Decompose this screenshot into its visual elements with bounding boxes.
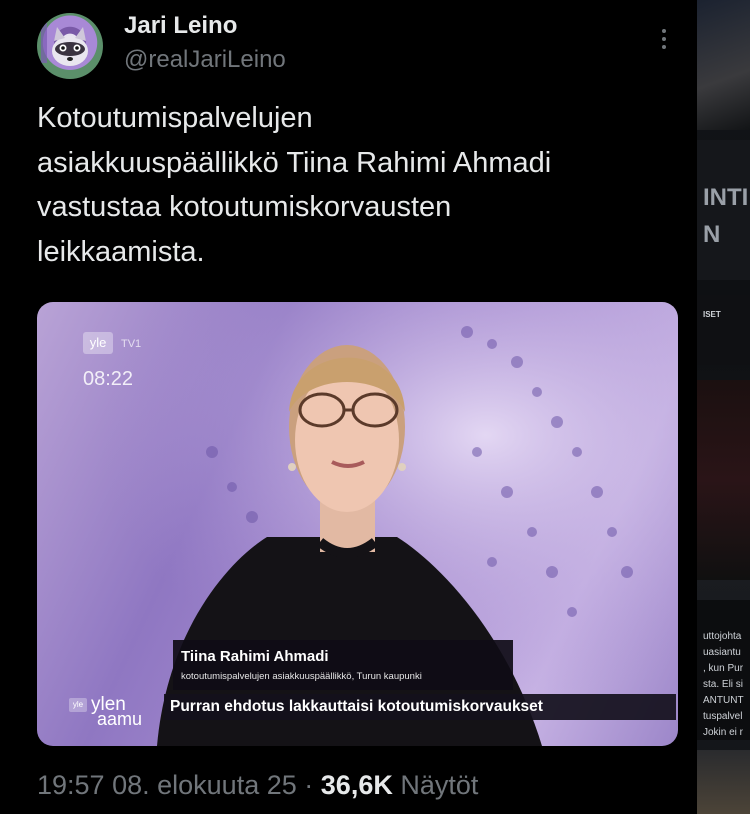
tweet-meta: 19:57 08. elokuuta 25 · 36,6K Näytöt bbox=[37, 770, 478, 801]
author-handle[interactable]: @realJariLeino bbox=[124, 46, 286, 74]
avatar-illustration bbox=[41, 23, 88, 66]
raccoon-avatar-icon[interactable] bbox=[37, 13, 103, 79]
tweet-media-image[interactable]: yle TV1 08:22 Tiina Rahimi Ahmadi kotout… bbox=[37, 302, 678, 746]
tweet-text-line: leikkaamista. bbox=[37, 235, 205, 268]
more-horizontal-icon[interactable] bbox=[652, 24, 676, 54]
lower-third-title: kotoutumispalvelujen asiakkuuspäällikkö,… bbox=[181, 671, 422, 682]
more-dot bbox=[662, 45, 666, 49]
tweet-date[interactable]: 08. elokuuta 25 bbox=[112, 770, 297, 800]
peek-text: ISET bbox=[703, 310, 721, 319]
more-dot bbox=[662, 29, 666, 33]
show-logo-line2: aamu bbox=[97, 709, 143, 729]
tweet-card: Jari Leino @realJariLeino Kotoutumispalv… bbox=[0, 0, 697, 814]
view-count-label: Näytöt bbox=[400, 770, 479, 800]
peek-text: ANTUNT bbox=[703, 695, 744, 706]
tweet-text-line: vastustaa kotoutumiskorvausten bbox=[37, 191, 452, 223]
author-display-name[interactable]: Jari Leino bbox=[124, 12, 237, 40]
tv-channel: TV1 bbox=[121, 338, 142, 350]
tweet-text: Kotoutumispalvelujen asiakkuuspäällikkö … bbox=[37, 96, 687, 274]
meta-separator: · bbox=[304, 770, 314, 800]
tweet-time[interactable]: 19:57 bbox=[37, 770, 105, 800]
peek-text: N bbox=[703, 221, 721, 248]
view-count[interactable]: 36,6K bbox=[321, 770, 393, 800]
peek-image-red bbox=[697, 380, 750, 580]
peek-text: , kun Pur bbox=[703, 663, 744, 674]
ticker-text: Purran ehdotus lakkauttaisi kotoutumisko… bbox=[170, 698, 543, 715]
tweet-text-line: Kotoutumispalvelujen bbox=[37, 102, 313, 134]
screen: INTI N ISET uttojohta uasiantu , kun Pur… bbox=[0, 0, 750, 814]
broadcast-clock: 08:22 bbox=[83, 368, 134, 390]
peek-text: tuspalvel bbox=[703, 711, 743, 722]
adjacent-content-peek: INTI N ISET uttojohta uasiantu , kun Pur… bbox=[697, 0, 750, 814]
lower-third-name: Tiina Rahimi Ahmadi bbox=[181, 648, 329, 665]
peek-text: Jokin ei r bbox=[703, 727, 744, 738]
peek-panel bbox=[697, 295, 750, 365]
lower-third-caption: Tiina Rahimi Ahmadi kotoutumispalvelujen… bbox=[173, 640, 513, 690]
peek-text: sta. Eli si bbox=[703, 679, 744, 690]
peek-text: INTI bbox=[703, 184, 749, 211]
peek-text: uttojohta bbox=[703, 631, 742, 642]
peek-image-bottom bbox=[697, 750, 750, 814]
tweet-text-line: asiakkuuspäällikkö Tiina Rahimi Ahmadi bbox=[37, 146, 552, 179]
yle-logo: yle bbox=[83, 332, 113, 354]
peek-image-top bbox=[697, 0, 750, 130]
peek-text: uasiantu bbox=[703, 647, 741, 658]
ylen-aamu-logo: yle ylen aamu bbox=[69, 694, 161, 729]
news-ticker: Purran ehdotus lakkauttaisi kotoutumisko… bbox=[164, 694, 676, 720]
more-dot bbox=[662, 37, 666, 41]
show-logo-tag: yle bbox=[69, 698, 87, 712]
